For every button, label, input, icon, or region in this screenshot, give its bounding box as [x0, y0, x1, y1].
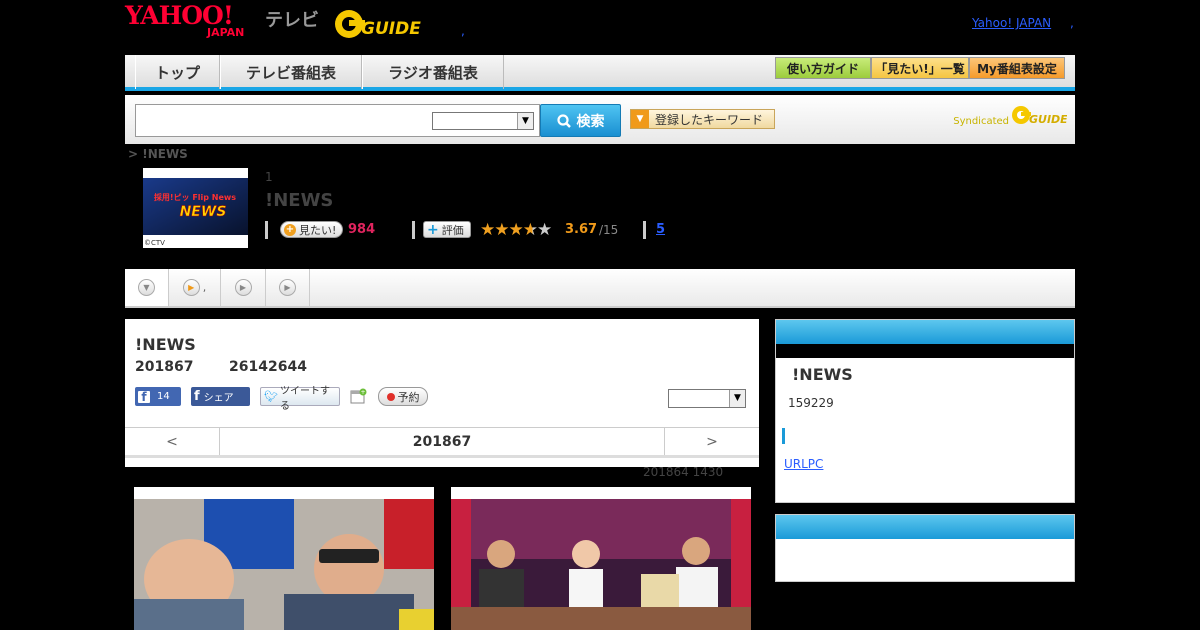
tab-play-3[interactable]: ▶: [266, 269, 310, 306]
twitter-bird-icon: 🐦︎: [264, 390, 278, 403]
facebook-share-button[interactable]: f シェア: [191, 387, 250, 406]
play-icon: ▶: [279, 279, 296, 296]
nav-tab-tv-schedule[interactable]: テレビ番組表: [220, 55, 362, 89]
rate-button[interactable]: + 評価: [423, 221, 471, 238]
mitai-count: 984: [348, 222, 376, 237]
episode-photo-1[interactable]: [134, 487, 434, 630]
pager-prev[interactable]: <: [125, 428, 220, 455]
rating-count: /15: [599, 223, 619, 237]
tweet-label: ツイートする: [279, 385, 330, 412]
divider: [412, 221, 415, 239]
saved-keywords-button[interactable]: ▼ 登録したキーワード: [630, 109, 775, 129]
play-icon: ▶: [234, 279, 252, 296]
search-button-label: 検索: [576, 113, 605, 130]
saved-keywords-label: 登録したキーワード: [655, 112, 764, 127]
tab-play-1-label: ,: [202, 281, 207, 294]
channel-select[interactable]: ▼: [668, 389, 746, 408]
svg-text:採用!ピッ Flip News: 採用!ピッ Flip News: [154, 192, 236, 202]
episode-pager: < 201867 >: [125, 427, 759, 458]
plus-icon: +: [427, 221, 439, 238]
pager-current: 201867: [412, 433, 472, 450]
syndicated-label: Syndicated: [953, 116, 1009, 127]
yahoo-japan-link[interactable]: Yahoo! JAPAN: [972, 16, 1051, 30]
reserve-button[interactable]: 予約: [378, 387, 428, 406]
pager-next[interactable]: >: [664, 428, 759, 455]
episode-date: 201867: [135, 359, 194, 375]
star-rating-icon: ★★★★★: [480, 220, 552, 240]
main-nav: トップ テレビ番組表 ラジオ番組表 使い方ガイド 「見たい!」一覧 My番組表設…: [125, 55, 1075, 91]
side-panel-band: [776, 344, 1074, 358]
side-panel-2: [775, 514, 1075, 582]
search-bar: ▼ 検索 ▼ 登録したキーワード Syndicated GUIDE: [125, 95, 1075, 144]
tv-label: テレビ: [265, 10, 319, 31]
header-separator-right: ,: [1070, 16, 1074, 30]
syndicated-logo: Syndicated GUIDE: [953, 103, 1067, 127]
episode-id: 26142644: [229, 359, 307, 375]
side-panel-link[interactable]: URLPC: [784, 457, 823, 471]
utility-buttons: 使い方ガイド 「見たい!」一覧 My番組表設定: [775, 57, 1065, 79]
search-button[interactable]: 検索: [540, 104, 621, 137]
yahoo-logo-text: YAHOO!: [125, 1, 234, 30]
my-schedule-settings-button[interactable]: My番組表設定: [969, 57, 1065, 79]
svg-text:GUIDE: GUIDE: [361, 19, 421, 39]
facebook-like-count: 14: [157, 391, 170, 402]
gguide-logo[interactable]: GUIDE: [333, 6, 433, 40]
yahoo-japan-logo[interactable]: YAHOO! JAPAN: [125, 1, 244, 40]
reserve-label: 予約: [397, 390, 420, 404]
gguide-small-logo-icon: GUIDE: [1012, 106, 1067, 126]
side-panel-title: !NEWS: [792, 365, 853, 384]
chevron-down-icon: ▼: [729, 390, 745, 407]
calendar-add-icon[interactable]: +: [350, 388, 367, 405]
tab-episode-list[interactable]: ▼: [125, 269, 169, 306]
japan-logo-text: JAPAN: [207, 26, 245, 39]
svg-text:GUIDE: GUIDE: [1029, 113, 1067, 126]
episode-title: !NEWS: [135, 335, 196, 354]
program-thumbnail: NEWS 採用!ピッ Flip News ©CTV: [143, 168, 248, 248]
side-panel-header: [776, 320, 1074, 344]
search-category-select[interactable]: ▼: [432, 112, 534, 130]
mitai-button[interactable]: + 見たい!: [280, 221, 344, 238]
record-icon: [386, 392, 395, 401]
divider: [265, 221, 268, 239]
episode-panel: !NEWS 201867 26142644 f 14 f シェア 🐦︎ ツイート…: [125, 319, 759, 467]
facebook-share-label: シェア: [203, 393, 234, 404]
side-panel-info: !NEWS 159229 URLPC: [775, 319, 1075, 503]
rating-value: 3.67: [565, 222, 598, 237]
tab-play-1[interactable]: ▶ ,: [169, 269, 221, 306]
play-icon: ▶: [182, 279, 200, 296]
nav-tab-top[interactable]: トップ: [135, 55, 220, 89]
episode-photo-2[interactable]: [451, 487, 751, 630]
mitai-label: 見たい!: [299, 223, 337, 237]
facebook-icon: f: [138, 390, 150, 404]
chevron-down-icon: ▼: [138, 279, 155, 296]
watchlist-button[interactable]: 「見たい!」一覧: [871, 57, 969, 79]
divider: [643, 221, 646, 239]
side-panel-marker: [782, 428, 785, 444]
update-note: 201864 1430: [643, 465, 724, 479]
episode-tabbar: ▼ ▶ , ▶ ▶: [125, 269, 1075, 308]
thumbnail-copyright: ©CTV: [144, 239, 165, 247]
reviews-link[interactable]: 5: [656, 222, 665, 237]
plus-icon: +: [284, 223, 296, 236]
facebook-icon: f: [194, 389, 200, 404]
search-icon: [556, 113, 571, 128]
chevron-down-icon: ▼: [517, 113, 533, 129]
breadcrumb: > !NEWS: [128, 147, 188, 161]
header-separator: ,: [461, 24, 465, 38]
gguide-logo-icon: GUIDE: [335, 10, 421, 39]
side-panel-number: 159229: [788, 396, 834, 410]
svg-text:+: +: [360, 389, 365, 396]
side-panel-2-header: [776, 515, 1074, 539]
program-thumbnail-image: NEWS 採用!ピッ Flip News: [143, 178, 248, 235]
nav-tab-radio-schedule[interactable]: ラジオ番組表: [362, 55, 504, 89]
facebook-like-button[interactable]: f 14: [135, 387, 181, 406]
svg-text:NEWS: NEWS: [180, 204, 227, 220]
tweet-button[interactable]: 🐦︎ ツイートする: [260, 386, 340, 412]
program-title: !NEWS: [265, 190, 334, 211]
program-number: 1: [265, 170, 273, 184]
rate-label: 評価: [441, 223, 464, 237]
guide-button[interactable]: 使い方ガイド: [775, 57, 871, 79]
tab-play-2[interactable]: ▶: [221, 269, 266, 306]
triangle-down-icon: ▼: [631, 110, 649, 128]
